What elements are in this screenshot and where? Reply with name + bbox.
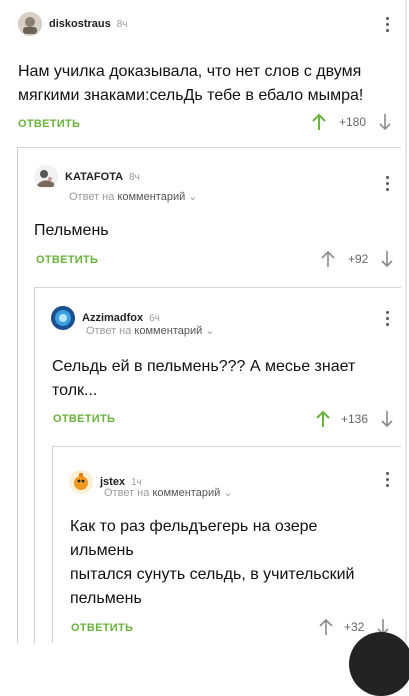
thread-line[interactable] xyxy=(52,446,53,643)
chevron-down-icon[interactable]: ⌄ xyxy=(223,487,232,499)
upvote-icon[interactable] xyxy=(318,618,334,636)
chevron-down-icon[interactable]: ⌄ xyxy=(205,325,214,337)
reply-target-link[interactable]: комментарий xyxy=(152,487,220,499)
upvote-icon[interactable] xyxy=(320,250,336,268)
comment-text-line: пытался сунуть сельдь, в учительский xyxy=(70,566,355,583)
comment-text-line: ильмень xyxy=(70,542,134,559)
avatar[interactable] xyxy=(18,12,42,36)
reply-to-line: Ответ на комментарий ⌄ xyxy=(104,486,233,499)
chevron-down-icon[interactable]: ⌄ xyxy=(188,191,197,203)
upvote-icon[interactable] xyxy=(311,113,327,131)
avatar-image-icon xyxy=(69,470,93,494)
reply-prefix: Ответ на xyxy=(69,191,115,203)
comment-time: 6ч xyxy=(149,312,160,324)
avatar-image-icon xyxy=(51,306,75,330)
reply-prefix: Ответ на xyxy=(104,487,150,499)
rating-value: +32 xyxy=(344,620,365,634)
thread-divider xyxy=(17,147,401,148)
reply-target-link[interactable]: комментарий xyxy=(134,325,202,337)
comment-text-line: Сельдь ей в пельмень??? А месье знает xyxy=(52,358,356,375)
avatar[interactable] xyxy=(51,306,75,330)
comment-time: 8ч xyxy=(129,171,140,183)
reply-button[interactable]: ОТВЕТИТЬ xyxy=(71,622,133,634)
thread-line[interactable] xyxy=(17,147,18,643)
rating-control: +136 xyxy=(315,410,394,428)
floating-action-button[interactable] xyxy=(349,632,409,696)
reply-button[interactable]: ОТВЕТИТЬ xyxy=(18,118,80,130)
rating-value: +136 xyxy=(341,412,369,426)
reply-button[interactable]: ОТВЕТИТЬ xyxy=(53,413,115,425)
comment-text: Как то раз фельдъегерь на озере ильмень … xyxy=(70,515,390,611)
downvote-icon[interactable] xyxy=(380,250,394,268)
avatar[interactable] xyxy=(34,165,58,189)
rating-control: +180 xyxy=(311,113,392,131)
more-options-icon[interactable] xyxy=(386,17,390,32)
avatar-image-icon xyxy=(34,165,58,189)
avatar[interactable] xyxy=(69,470,93,494)
rating-control: +92 xyxy=(320,250,394,268)
downvote-icon[interactable] xyxy=(380,410,394,428)
upvote-icon[interactable] xyxy=(315,410,331,428)
comment-text-line: толк... xyxy=(52,382,98,399)
reply-prefix: Ответ на xyxy=(86,325,132,337)
rating-value: +180 xyxy=(339,115,367,129)
rating-value: +92 xyxy=(348,252,369,266)
downvote-icon[interactable] xyxy=(378,113,392,131)
author-name[interactable]: Azzimadfox xyxy=(82,312,143,324)
reply-target-link[interactable]: комментарий xyxy=(117,191,185,203)
avatar-image-icon xyxy=(18,12,42,36)
comment-thread: diskostraus 8ч Нам училка доказывала, чт… xyxy=(0,0,409,696)
more-options-icon[interactable] xyxy=(386,176,390,191)
comment-text: Пельмень xyxy=(34,222,109,239)
reply-to-line: Ответ на комментарий ⌄ xyxy=(86,324,215,337)
comment-header: KATAFOTA 8ч xyxy=(34,165,140,189)
comment-time: 8ч xyxy=(116,18,128,30)
reply-to-line: Ответ на комментарий ⌄ xyxy=(69,190,198,203)
comment-header: diskostraus 8ч xyxy=(18,12,128,36)
thread-divider xyxy=(34,287,401,288)
thread-divider xyxy=(52,446,401,447)
more-options-icon[interactable] xyxy=(386,311,390,326)
author-name[interactable]: diskostraus xyxy=(49,18,111,30)
more-options-icon[interactable] xyxy=(386,472,390,487)
thread-line[interactable] xyxy=(34,287,35,643)
comment-text-line: пельмень xyxy=(70,590,142,607)
comment-text: Сельдь ей в пельмень??? А месье знает то… xyxy=(52,355,392,403)
comment-text: Нам училка доказывала, что нет слов с дв… xyxy=(18,63,364,104)
reply-button[interactable]: ОТВЕТИТЬ xyxy=(36,254,98,266)
author-name[interactable]: KATAFOTA xyxy=(65,171,123,183)
comment-text-line: Как то раз фельдъегерь на озере xyxy=(70,518,318,535)
